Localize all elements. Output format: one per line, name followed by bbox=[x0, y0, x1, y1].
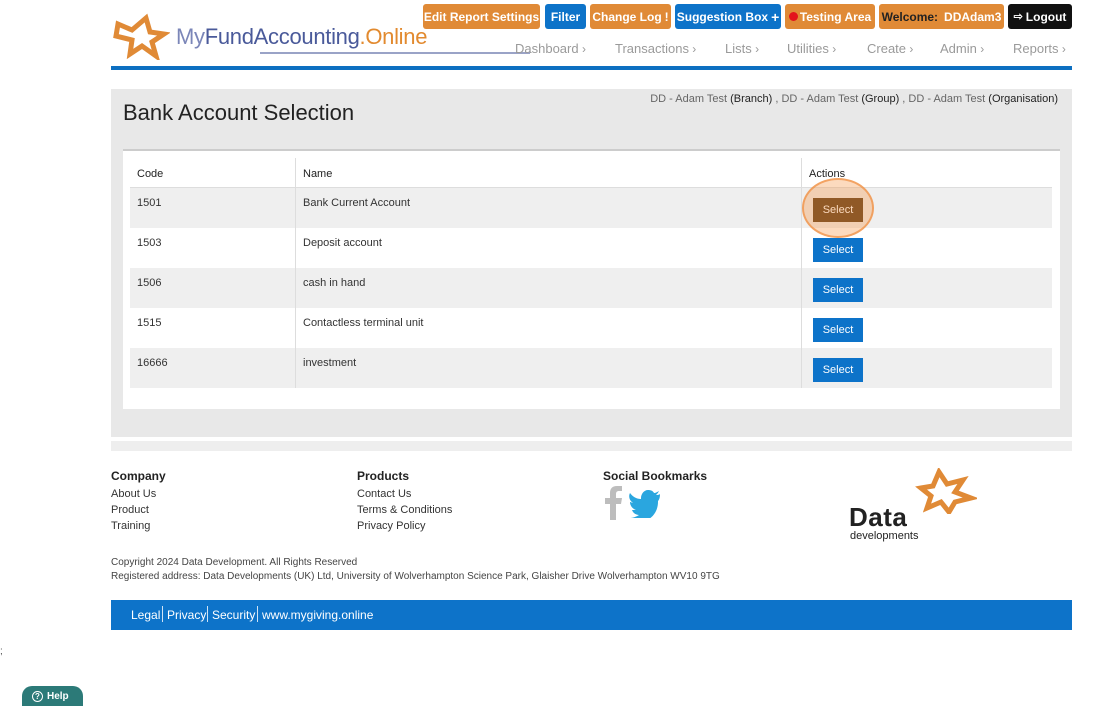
nav-reports[interactable]: Reports bbox=[1013, 41, 1066, 56]
nav-lists[interactable]: Lists bbox=[725, 41, 759, 56]
footer-address: Registered address: Data Developments (U… bbox=[111, 571, 720, 582]
help-circle-icon: ? bbox=[32, 690, 43, 702]
testing-area-button[interactable]: Testing Area bbox=[785, 4, 875, 29]
suggestion-box-button[interactable]: Suggestion Box + bbox=[675, 4, 781, 29]
legal-separator bbox=[162, 606, 163, 622]
context-breadcrumb: DD - Adam Test (Branch) , DD - Adam Test… bbox=[650, 93, 1058, 105]
welcome-prefix: Welcome: bbox=[881, 9, 939, 24]
select-button[interactable]: Select bbox=[813, 358, 863, 382]
footer-link-training[interactable]: Training bbox=[111, 520, 150, 532]
suggestion-box-label: Suggestion Box bbox=[676, 9, 769, 24]
logo-online: .Online bbox=[359, 24, 428, 49]
brand-line1: Data bbox=[849, 502, 908, 532]
logout-label: Logout bbox=[1025, 9, 1067, 24]
privacy-link[interactable]: Privacy bbox=[167, 608, 206, 622]
red-dot-icon bbox=[788, 12, 798, 21]
footer-products-heading: Products bbox=[357, 469, 410, 483]
header-rule bbox=[111, 66, 1072, 70]
page-title: Bank Account Selection bbox=[123, 100, 355, 125]
row-code: 1506 bbox=[130, 268, 296, 308]
legal-bar: Legal Privacy Security www.mygiving.onli… bbox=[111, 600, 1072, 630]
row-code: 1503 bbox=[130, 228, 296, 268]
context-group-name: DD - Adam Test bbox=[781, 93, 859, 105]
context-branch-tag: (Branch) bbox=[730, 93, 773, 105]
legal-link[interactable]: Legal bbox=[131, 608, 160, 622]
row-name: Deposit account bbox=[296, 228, 802, 268]
table-row: 1506 cash in hand Select bbox=[130, 268, 1052, 308]
footer-company-heading: Company bbox=[111, 469, 166, 483]
change-log-button[interactable]: Change Log ! bbox=[590, 4, 671, 29]
table-row: 1503 Deposit account Select bbox=[130, 228, 1052, 268]
welcome-user-button[interactable]: Welcome: DDAdam3 bbox=[879, 4, 1004, 29]
footer-link-about-us[interactable]: About Us bbox=[111, 488, 156, 500]
row-name: investment bbox=[296, 348, 802, 388]
nav-admin[interactable]: Admin bbox=[940, 41, 984, 56]
table-row: 1515 Contactless terminal unit Select bbox=[130, 308, 1052, 348]
plus-icon: + bbox=[771, 8, 780, 25]
testing-area-label: Testing Area bbox=[799, 9, 872, 24]
mygiving-link[interactable]: www.mygiving.online bbox=[262, 608, 373, 622]
filter-button[interactable]: Filter bbox=[545, 4, 586, 29]
logo-underline bbox=[260, 52, 530, 54]
panel-bottom-strip bbox=[111, 441, 1072, 451]
legal-separator bbox=[207, 606, 208, 622]
logout-icon: ⇨ bbox=[1013, 11, 1023, 23]
data-developments-logo[interactable]: Data developments bbox=[849, 468, 979, 548]
header-name: Name bbox=[296, 158, 802, 187]
facebook-icon[interactable] bbox=[603, 486, 623, 525]
logout-button[interactable]: ⇨ Logout bbox=[1008, 4, 1072, 29]
edit-report-settings-label: Edit Report Settings bbox=[423, 9, 540, 24]
context-group-tag: (Group) bbox=[861, 93, 900, 105]
stray-text: ; bbox=[0, 646, 3, 657]
context-org-tag: (Organisation) bbox=[988, 93, 1058, 105]
help-label: Help bbox=[47, 690, 69, 702]
brand-line2: developments bbox=[850, 530, 919, 542]
logo-star-icon bbox=[113, 13, 170, 60]
nav-transactions[interactable]: Transactions bbox=[615, 41, 696, 56]
edit-report-settings-button[interactable]: Edit Report Settings bbox=[423, 4, 540, 29]
footer-link-terms[interactable]: Terms & Conditions bbox=[357, 504, 452, 516]
twitter-icon[interactable] bbox=[629, 490, 661, 523]
select-button[interactable]: Select bbox=[813, 238, 863, 262]
legal-separator bbox=[257, 606, 258, 622]
welcome-username: DDAdam3 bbox=[944, 9, 1002, 24]
footer-link-contact-us[interactable]: Contact Us bbox=[357, 488, 411, 500]
select-button[interactable]: Select bbox=[813, 318, 863, 342]
row-name: Bank Current Account bbox=[296, 188, 802, 228]
nav-create[interactable]: Create bbox=[867, 41, 913, 56]
footer-social-heading: Social Bookmarks bbox=[603, 469, 708, 483]
select-button[interactable]: Select bbox=[813, 278, 863, 302]
help-button[interactable]: ? Help bbox=[22, 686, 83, 706]
row-name: Contactless terminal unit bbox=[296, 308, 802, 348]
context-org-name: DD - Adam Test bbox=[908, 93, 986, 105]
context-branch-name: DD - Adam Test bbox=[650, 93, 728, 105]
row-code: 16666 bbox=[130, 348, 296, 388]
row-code: 1515 bbox=[130, 308, 296, 348]
row-name: cash in hand bbox=[296, 268, 802, 308]
row-code: 1501 bbox=[130, 188, 296, 228]
table-row: 16666 investment Select bbox=[130, 348, 1052, 388]
click-highlight bbox=[802, 178, 874, 238]
app-logo[interactable]: MyFundAccounting.Online bbox=[110, 12, 530, 60]
logo-my: My bbox=[176, 24, 205, 49]
nav-dashboard[interactable]: Dashboard bbox=[515, 41, 586, 56]
nav-utilities[interactable]: Utilities bbox=[787, 41, 836, 56]
change-log-label: Change Log bbox=[592, 9, 662, 24]
footer-link-privacy-policy[interactable]: Privacy Policy bbox=[357, 520, 425, 532]
table-header-row: Code Name Actions bbox=[130, 158, 1052, 188]
security-link[interactable]: Security bbox=[212, 608, 255, 622]
exclamation-icon: ! bbox=[664, 9, 669, 24]
header-code: Code bbox=[130, 158, 296, 187]
footer-link-product[interactable]: Product bbox=[111, 504, 149, 516]
footer-copyright: Copyright 2024 Data Development. All Rig… bbox=[111, 557, 358, 568]
logo-fund: FundAccounting bbox=[204, 24, 360, 49]
filter-label: Filter bbox=[550, 9, 581, 24]
brand-star-icon bbox=[915, 468, 977, 514]
table-row: 1501 Bank Current Account Select bbox=[130, 188, 1052, 228]
